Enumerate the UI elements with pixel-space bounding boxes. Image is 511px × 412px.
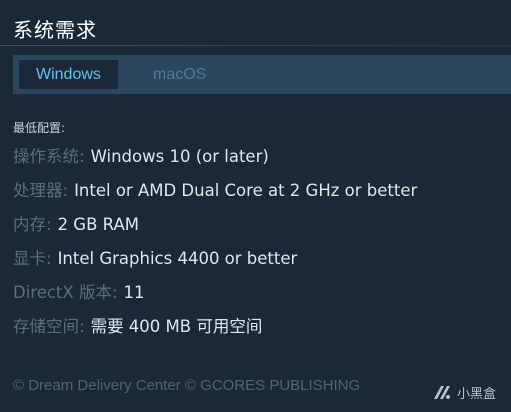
requirement-label: 操作系统: [13, 147, 79, 166]
title-divider: [0, 45, 511, 46]
requirement-label: 处理器: [13, 181, 63, 200]
requirement-separator: :: [79, 147, 85, 166]
requirement-value: 2 GB RAM: [57, 215, 139, 234]
tab-windows[interactable]: Windows: [19, 60, 118, 89]
platform-tabbar: Windows macOS: [13, 55, 511, 94]
requirement-separator: :: [62, 181, 69, 200]
requirement-separator: :: [111, 283, 118, 302]
requirement-value: Intel or AMD Dual Core at 2 GHz or bette…: [74, 181, 418, 200]
requirement-separator: :: [46, 249, 52, 268]
page-title: 系统需求: [13, 18, 97, 42]
watermark-text: 小黑盒: [457, 386, 497, 402]
requirement-value: 11: [123, 283, 145, 302]
requirement-value: 需要 400 MB 可用空间: [90, 317, 263, 336]
requirement-value: Windows 10 (or later): [90, 147, 269, 166]
requirement-separator: :: [79, 317, 85, 336]
tab-macos[interactable]: macOS: [137, 60, 222, 89]
requirement-row-graphics: 显卡: Intel Graphics 4400 or better: [13, 246, 417, 280]
xiaoheihe-logo-icon: [431, 382, 453, 402]
watermark: 小黑盒: [431, 381, 496, 403]
requirement-row-processor: 处理器: Intel or AMD Dual Core at 2 GHz or b…: [13, 178, 417, 212]
requirements-list: 操作系统: Windows 10 (or later) 处理器: Intel or …: [13, 144, 417, 348]
minimum-requirements-heading: 最低配置:: [13, 121, 66, 135]
requirement-label: 内存: [13, 215, 46, 234]
requirement-label: DirectX 版本: [13, 283, 112, 302]
requirement-label: 显卡: [13, 249, 46, 268]
requirement-label: 存储空间: [13, 317, 79, 336]
requirement-row-os: 操作系统: Windows 10 (or later): [13, 144, 417, 178]
requirement-row-storage: 存储空间: 需要 400 MB 可用空间: [13, 314, 417, 348]
copyright-notice: © Dream Delivery Center © GCORES PUBLISH…: [13, 377, 361, 394]
requirement-row-directx: DirectX 版本: 11: [13, 280, 417, 314]
requirement-row-memory: 内存: 2 GB RAM: [13, 212, 417, 246]
requirement-separator: :: [46, 215, 52, 234]
requirement-value: Intel Graphics 4400 or better: [57, 249, 298, 268]
